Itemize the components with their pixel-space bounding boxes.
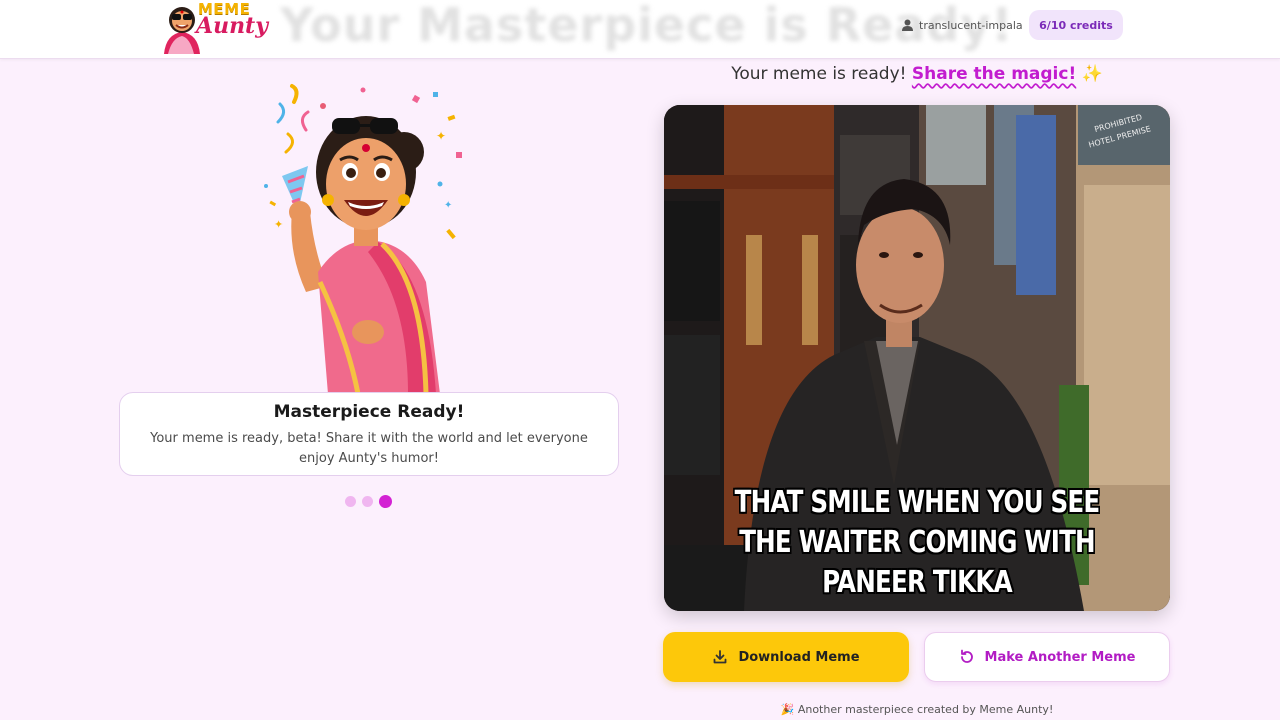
- sparkle-icon: ✨: [1081, 64, 1103, 84]
- meme-caption-text: THAT SMILE WHEN YOU SEE THE WAITER COMIN…: [734, 485, 1101, 600]
- share-magic-link[interactable]: Share the magic!: [912, 64, 1076, 84]
- progress-dot-3-active: [379, 495, 392, 508]
- ready-heading: Your meme is ready! Share the magic! ✨: [664, 64, 1170, 84]
- credits-badge[interactable]: 6/10 credits: [1029, 10, 1123, 40]
- progress-dot-2: [362, 496, 373, 507]
- app-header: Your Masterpiece is Ready! MEME Aunty tr…: [0, 0, 1280, 59]
- svg-text:✦: ✦: [444, 200, 452, 211]
- svg-text:✦: ✦: [436, 129, 446, 143]
- aunty-celebration-illustration: ✦ ✦ ✦: [264, 84, 462, 394]
- download-meme-button[interactable]: Download Meme: [663, 632, 909, 682]
- progress-dots: [345, 495, 392, 508]
- download-label: Download Meme: [738, 649, 860, 665]
- download-icon: [714, 650, 727, 664]
- card-title: Masterpiece Ready!: [273, 402, 465, 422]
- ready-prefix: Your meme is ready!: [731, 64, 907, 84]
- footer-note: 🎉 Another masterpiece created by Meme Au…: [780, 703, 1054, 716]
- progress-dot-1: [345, 496, 356, 507]
- app-logo[interactable]: MEME Aunty: [160, 0, 268, 54]
- user-icon: [902, 19, 913, 31]
- card-description: Your meme is ready, beta! Share it with …: [150, 431, 588, 466]
- logo-aunty-text: Aunty: [196, 13, 269, 39]
- svg-text:✦: ✦: [274, 218, 283, 231]
- username-label: translucent-impala: [919, 18, 1023, 32]
- refresh-icon: [960, 649, 973, 663]
- masterpiece-ready-card: Masterpiece Ready! Your meme is ready, b…: [119, 392, 619, 476]
- make-another-meme-button[interactable]: Make Another Meme: [924, 632, 1170, 682]
- meme-image: PROHIBITED HOTEL PREMISE THAT SMILE WHEN…: [664, 105, 1170, 611]
- make-another-label: Make Another Meme: [984, 649, 1136, 665]
- user-profile[interactable]: translucent-impala: [902, 16, 1023, 34]
